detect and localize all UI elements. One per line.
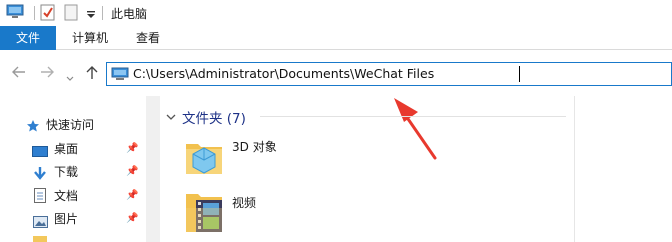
up-arrow-icon[interactable] — [86, 66, 98, 84]
tab-view[interactable]: 查看 — [136, 26, 160, 50]
navigation-pane: 快速访问 桌面 📌 下载 📌 文档 📌 图片 📌 — [0, 108, 146, 242]
folder-label: 视频 — [232, 196, 257, 210]
chevron-down-icon[interactable] — [166, 110, 176, 124]
toolbar-separator — [34, 6, 35, 20]
scrollbar-track — [574, 96, 575, 242]
file-explorer-window: 此电脑 文件 计算机 查看 C:\Users\Administrator\Doc… — [0, 0, 672, 242]
pin-icon[interactable]: 📌 — [126, 213, 138, 224]
desktop-folder-icon — [32, 143, 48, 165]
quick-access-dropdown-icon[interactable] — [86, 8, 96, 22]
address-bar[interactable]: C:\Users\Administrator\Documents\WeChat … — [106, 62, 672, 86]
folder-icon — [33, 236, 47, 242]
annotation-arrow-icon — [394, 98, 437, 160]
title-bar: 此电脑 — [0, 0, 672, 26]
content-scrollbar-region[interactable] — [574, 96, 672, 242]
folder-3d-objects[interactable]: 3D 对象 — [184, 134, 294, 184]
computer-icon[interactable] — [6, 4, 24, 23]
nav-item-label: 快速访问 — [46, 118, 95, 132]
pin-icon[interactable]: 📌 — [126, 190, 138, 201]
folder-label: 3D 对象 — [232, 140, 277, 154]
properties-check-icon[interactable] — [40, 4, 56, 25]
pin-icon[interactable]: 📌 — [126, 166, 138, 177]
document-icon — [34, 188, 46, 210]
3d-objects-folder-icon — [184, 134, 224, 181]
nav-item-label: 文档 — [54, 189, 79, 203]
this-pc-icon — [111, 67, 129, 84]
pin-icon[interactable]: 📌 — [126, 143, 138, 154]
address-path-input[interactable]: C:\Users\Administrator\Documents\WeChat … — [133, 66, 434, 81]
back-arrow-icon[interactable] — [12, 66, 26, 82]
group-divider — [260, 116, 566, 117]
nav-item-label: 桌面 — [54, 142, 79, 156]
window-title: 此电脑 — [111, 7, 148, 21]
nav-item-label: 图片 — [54, 212, 79, 226]
toolbar-separator — [102, 6, 103, 20]
pictures-icon — [33, 213, 48, 235]
download-arrow-icon — [33, 165, 47, 187]
videos-folder-icon — [184, 190, 224, 239]
group-title: 文件夹 (7) — [182, 111, 246, 127]
navigation-pane-scrollbar[interactable] — [146, 96, 160, 242]
tab-computer[interactable]: 计算机 — [72, 26, 108, 50]
text-cursor — [519, 66, 520, 82]
ribbon-tabs: 文件 计算机 查看 — [0, 26, 672, 50]
nav-item-label: 下载 — [54, 165, 79, 179]
recent-locations-chevron-icon[interactable] — [66, 70, 74, 86]
blank-page-icon[interactable] — [64, 4, 78, 25]
tab-file[interactable]: 文件 — [0, 26, 56, 50]
folder-videos[interactable]: 视频 — [184, 190, 294, 240]
forward-arrow-icon[interactable] — [40, 66, 54, 82]
star-icon — [26, 118, 40, 140]
